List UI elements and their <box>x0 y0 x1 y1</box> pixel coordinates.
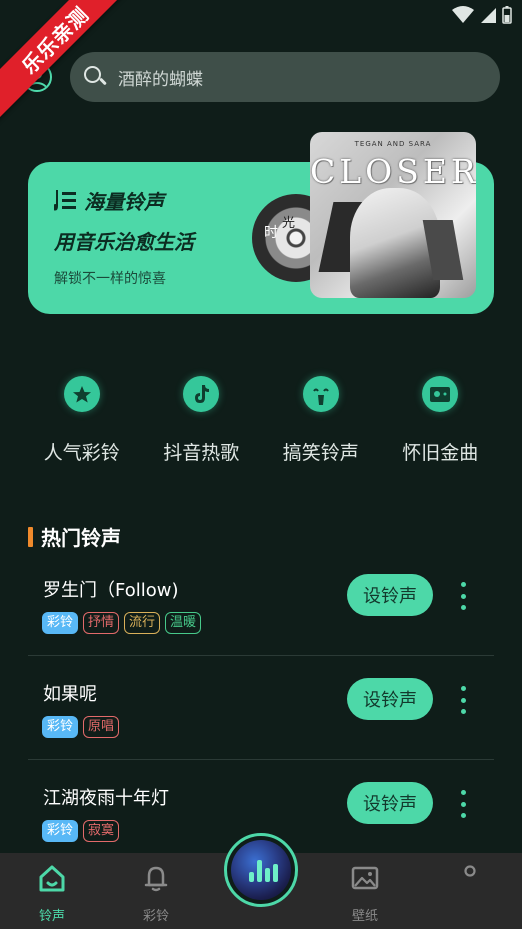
nav-wallpapers[interactable]: 壁纸 <box>335 863 395 924</box>
more-options-icon[interactable] <box>458 790 468 818</box>
song-tags: 彩铃 原唱 <box>42 716 120 738</box>
wifi-icon <box>452 6 474 23</box>
banner-slogan: 用音乐治愈生活 <box>54 230 194 254</box>
music-disc-icon <box>231 840 291 900</box>
tiktok-icon <box>183 376 220 412</box>
music-note-icon <box>54 189 76 210</box>
banner-title: 海量铃声 <box>84 190 164 214</box>
song-row[interactable]: 如果呢 彩铃 原唱 设铃声 <box>28 672 494 776</box>
nav-caller-tones[interactable]: 彩铃 <box>126 863 186 924</box>
album-title: CLOSER <box>310 152 476 191</box>
song-tags: 彩铃 寂寞 <box>42 820 120 842</box>
profile-icon <box>464 865 476 877</box>
section-accent-bar <box>28 526 33 547</box>
cassette-icon <box>422 376 459 412</box>
banner-subtitle: 解锁不一样的惊喜 <box>54 271 166 287</box>
category-tiktok[interactable]: 抖音热歌 <box>142 372 262 465</box>
set-ringtone-button[interactable]: 设铃声 <box>347 678 433 720</box>
star-medal-icon <box>63 376 100 412</box>
section-header: 热门铃声 <box>28 522 121 551</box>
category-popular[interactable]: 人气彩铃 <box>22 372 142 465</box>
more-options-icon[interactable] <box>458 582 468 610</box>
home-icon <box>39 865 65 892</box>
category-oldies[interactable]: 怀旧金曲 <box>381 372 501 465</box>
song-tags: 彩铃 抒情 流行 温暖 <box>42 612 202 634</box>
battery-icon <box>502 6 512 24</box>
tag-badge: 原唱 <box>83 716 120 738</box>
tag-badge: 彩铃 <box>42 612 79 634</box>
song-title: 如果呢 <box>43 684 97 705</box>
now-playing-disc[interactable] <box>224 833 298 907</box>
tag-badge: 彩铃 <box>42 820 79 842</box>
section-title: 热门铃声 <box>41 526 121 550</box>
signal-icon <box>481 8 496 23</box>
search-placeholder: 酒醉的蝴蝶 <box>118 69 203 90</box>
more-options-icon[interactable] <box>458 686 468 714</box>
set-ringtone-button[interactable]: 设铃声 <box>347 782 433 824</box>
song-title: 罗生门（Follow) <box>43 580 179 601</box>
divider <box>28 759 494 760</box>
album-artist: TEGAN AND SARA <box>354 140 432 148</box>
category-funny[interactable]: 搞笑铃声 <box>261 372 381 465</box>
song-title: 江湖夜雨十年灯 <box>43 788 169 809</box>
tag-badge: 寂寞 <box>83 820 120 842</box>
search-icon <box>84 66 107 88</box>
nav-profile[interactable] <box>440 863 500 897</box>
funny-face-icon <box>302 376 339 412</box>
album-cover-image: TEGAN AND SARA CLOSER <box>310 132 476 298</box>
search-bar[interactable]: 酒醉的蝴蝶 <box>70 52 500 102</box>
image-icon <box>351 866 379 890</box>
tag-badge: 彩铃 <box>42 716 79 738</box>
divider <box>28 655 494 656</box>
tag-badge: 抒情 <box>83 612 120 634</box>
tag-badge: 温暖 <box>165 612 202 634</box>
bell-icon <box>144 866 168 892</box>
set-ringtone-button[interactable]: 设铃声 <box>347 574 433 616</box>
category-row: 人气彩铃 抖音热歌 搞笑铃声 怀旧金曲 <box>22 372 500 465</box>
song-row[interactable]: 罗生门（Follow) 彩铃 抒情 流行 温暖 设铃声 <box>28 568 494 672</box>
tag-badge: 流行 <box>124 612 161 634</box>
nav-ringtones[interactable]: 铃声 <box>22 863 82 924</box>
